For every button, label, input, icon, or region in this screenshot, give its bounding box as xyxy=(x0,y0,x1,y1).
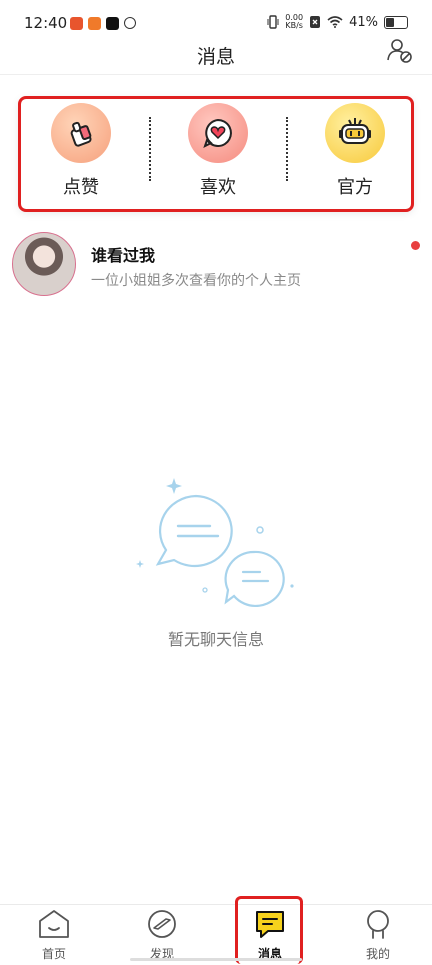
user-block-icon xyxy=(387,39,412,63)
quick-action-favorite[interactable]: 喜欢 xyxy=(158,103,278,203)
empty-state-text: 暂无聊天信息 xyxy=(167,630,264,649)
block-user-button[interactable] xyxy=(386,36,414,64)
quick-action-label: 官方 xyxy=(337,177,373,198)
divider xyxy=(286,117,288,181)
quick-actions-card: 点赞 喜欢 官方 xyxy=(18,96,414,212)
visitor-title: 谁看过我 xyxy=(91,246,156,265)
quick-action-official[interactable]: 官方 xyxy=(295,103,415,203)
app-icon xyxy=(88,17,101,30)
status-bar: 12:40 0.00 KB/s 41% xyxy=(0,0,432,36)
profile-icon xyxy=(367,910,389,939)
link-icon xyxy=(124,17,136,29)
chat-bubbles-icon xyxy=(136,478,294,608)
divider xyxy=(149,117,151,181)
tab-discover[interactable]: 发现 xyxy=(127,909,197,965)
net-speed-unit: KB/s xyxy=(285,21,303,30)
battery-icon xyxy=(384,15,408,29)
tab-home[interactable]: 首页 xyxy=(19,909,89,965)
quick-action-like[interactable]: 点赞 xyxy=(21,103,141,203)
discover-icon xyxy=(148,910,176,938)
home-indicator xyxy=(130,958,302,961)
heart-chat-icon xyxy=(188,103,248,163)
battery-percent: 41% xyxy=(349,14,378,30)
tiktok-icon xyxy=(106,17,119,30)
header: 消息 xyxy=(0,36,432,75)
tab-label: 我的 xyxy=(365,947,390,961)
tab-label: 首页 xyxy=(41,947,66,961)
sim-off-icon xyxy=(310,16,321,28)
toutiao-icon xyxy=(70,17,83,30)
home-icon xyxy=(39,910,69,938)
thumbs-up-icon xyxy=(51,103,111,163)
avatar xyxy=(12,232,76,296)
status-time: 12:40 xyxy=(24,14,68,32)
wifi-icon xyxy=(327,16,343,28)
page-title: 消息 xyxy=(196,46,235,68)
vibrate-icon xyxy=(267,15,279,29)
quick-action-label: 点赞 xyxy=(63,177,99,198)
bottom-tabbar: 首页 发现 消息 我的 xyxy=(0,904,432,965)
status-app-icons xyxy=(70,17,136,30)
tab-profile[interactable]: 我的 xyxy=(343,909,413,965)
status-right: 0.00 KB/s 41% xyxy=(267,14,408,30)
visitor-subtitle: 一位小姐姐多次查看你的个人主页 xyxy=(91,273,301,289)
unread-dot xyxy=(411,241,420,250)
empty-chat-illustration xyxy=(130,468,310,628)
net-speed: 0.00 KB/s xyxy=(285,14,303,30)
quick-action-label: 喜欢 xyxy=(200,177,236,198)
who-viewed-me-row[interactable]: 谁看过我 一位小姐姐多次查看你的个人主页 xyxy=(0,228,432,302)
tab-highlight-box xyxy=(235,896,303,964)
robot-icon xyxy=(325,103,385,163)
